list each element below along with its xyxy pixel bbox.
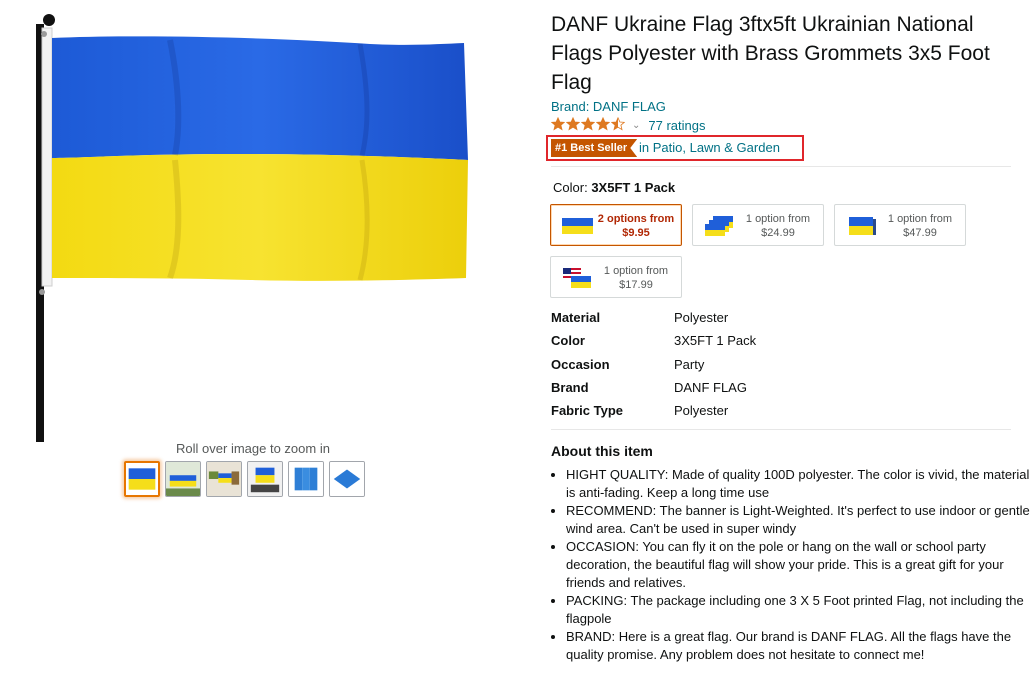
swatch-price: $17.99: [619, 279, 653, 291]
about-bullet: PACKING: The package including one 3 X 5…: [566, 592, 1031, 628]
swatch-price: $9.95: [622, 227, 650, 239]
divider: [551, 429, 1011, 430]
product-title: DANF Ukraine Flag 3ftx5ft Ukrainian Nati…: [551, 13, 990, 94]
divider: [551, 166, 1011, 167]
about-title: About this item: [551, 443, 653, 459]
swatch-price: $47.99: [903, 227, 937, 239]
rating-row: ⌄ 77 ratings: [551, 116, 705, 134]
about-bullet: OCCASION: You can fly it on the pole or …: [566, 538, 1031, 592]
swatch-price: $24.99: [761, 227, 795, 239]
flag-on-table-thumb-icon[interactable]: [247, 461, 283, 497]
color-label-text: Color:: [553, 180, 588, 195]
star-icon: [611, 116, 625, 130]
best-seller-category-link[interactable]: in Patio, Lawn & Garden: [639, 139, 780, 157]
color-selected-value: 3X5FT 1 Pack: [591, 180, 676, 195]
single-flag-icon: [562, 218, 593, 234]
about-bullet: RECOMMEND: The banner is Light-Weighted.…: [566, 502, 1031, 538]
ukraine-flag-image: [36, 14, 468, 442]
swatch-option-count: 2 options from: [597, 213, 675, 225]
thumbnail-strip: [124, 461, 365, 497]
star-icon: [596, 116, 610, 130]
spec-value: DANF FLAG: [674, 380, 747, 395]
ratings-count-link[interactable]: 77 ratings: [648, 118, 705, 133]
flag-in-yard-thumb-icon[interactable]: [165, 461, 201, 497]
spec-key: Material: [551, 310, 601, 325]
color-swatch-1-pack[interactable]: 2 options from $9.95: [550, 204, 682, 246]
star-icon: [581, 116, 595, 130]
star-rating[interactable]: [551, 116, 626, 134]
spec-key: Occasion: [551, 357, 610, 372]
brand-link[interactable]: Brand: DANF FLAG: [551, 99, 666, 114]
color-swatch-3-pack[interactable]: 1 option from $24.99: [692, 204, 824, 246]
star-icon: [566, 116, 580, 130]
zoom-hint: Roll over image to zoom in: [176, 441, 330, 456]
flag-on-house-thumb-icon[interactable]: [206, 461, 242, 497]
swatch-option-count: 1 option from: [603, 265, 669, 277]
star-icon: [551, 116, 565, 130]
flag-stack-5-icon: [849, 217, 876, 235]
chevron-down-icon[interactable]: ⌄: [632, 120, 640, 131]
spec-key: Color: [551, 333, 585, 348]
spec-value: 3X5FT 1 Pack: [674, 333, 757, 348]
main-product-image[interactable]: [30, 10, 480, 442]
color-label: Color: 3X5FT 1 Pack: [553, 180, 675, 195]
flag-package-thumb-icon[interactable]: [288, 461, 324, 497]
spec-value: Party: [674, 357, 705, 372]
swatch-option-count: 1 option from: [887, 213, 953, 225]
spec-key: Brand: [551, 380, 589, 395]
color-swatch-5-pack[interactable]: 1 option from $47.99: [834, 204, 966, 246]
about-bullet: BRAND: Here is a great flag. Our brand i…: [566, 628, 1031, 664]
about-bullets: HIGHT QUALITY: Made of quality 100D poly…: [551, 466, 1031, 664]
spec-value: Polyester: [674, 310, 729, 325]
us-ukraine-flags-icon: [563, 268, 591, 288]
best-seller-badge[interactable]: #1 Best Seller: [551, 139, 638, 157]
spec-key: Fabric Type: [551, 403, 624, 418]
swatch-option-count: 1 option from: [745, 213, 811, 225]
spec-value: Polyester: [674, 403, 729, 418]
about-bullet: HIGHT QUALITY: Made of quality 100D poly…: [566, 466, 1031, 502]
flag-thumb-icon[interactable]: [124, 461, 160, 497]
flag-stack-3-icon: [705, 216, 733, 236]
folded-flag-thumb-icon[interactable]: [329, 461, 365, 497]
color-swatch-us-ukraine[interactable]: 1 option from $17.99: [550, 256, 682, 298]
